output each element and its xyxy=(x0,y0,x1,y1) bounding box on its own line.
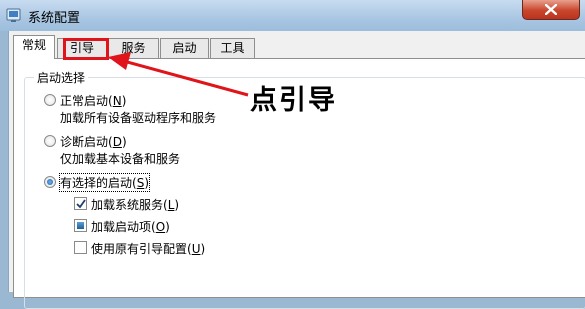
annotation-highlight-box xyxy=(63,38,109,60)
annotation-text: 点引导 xyxy=(250,85,337,116)
